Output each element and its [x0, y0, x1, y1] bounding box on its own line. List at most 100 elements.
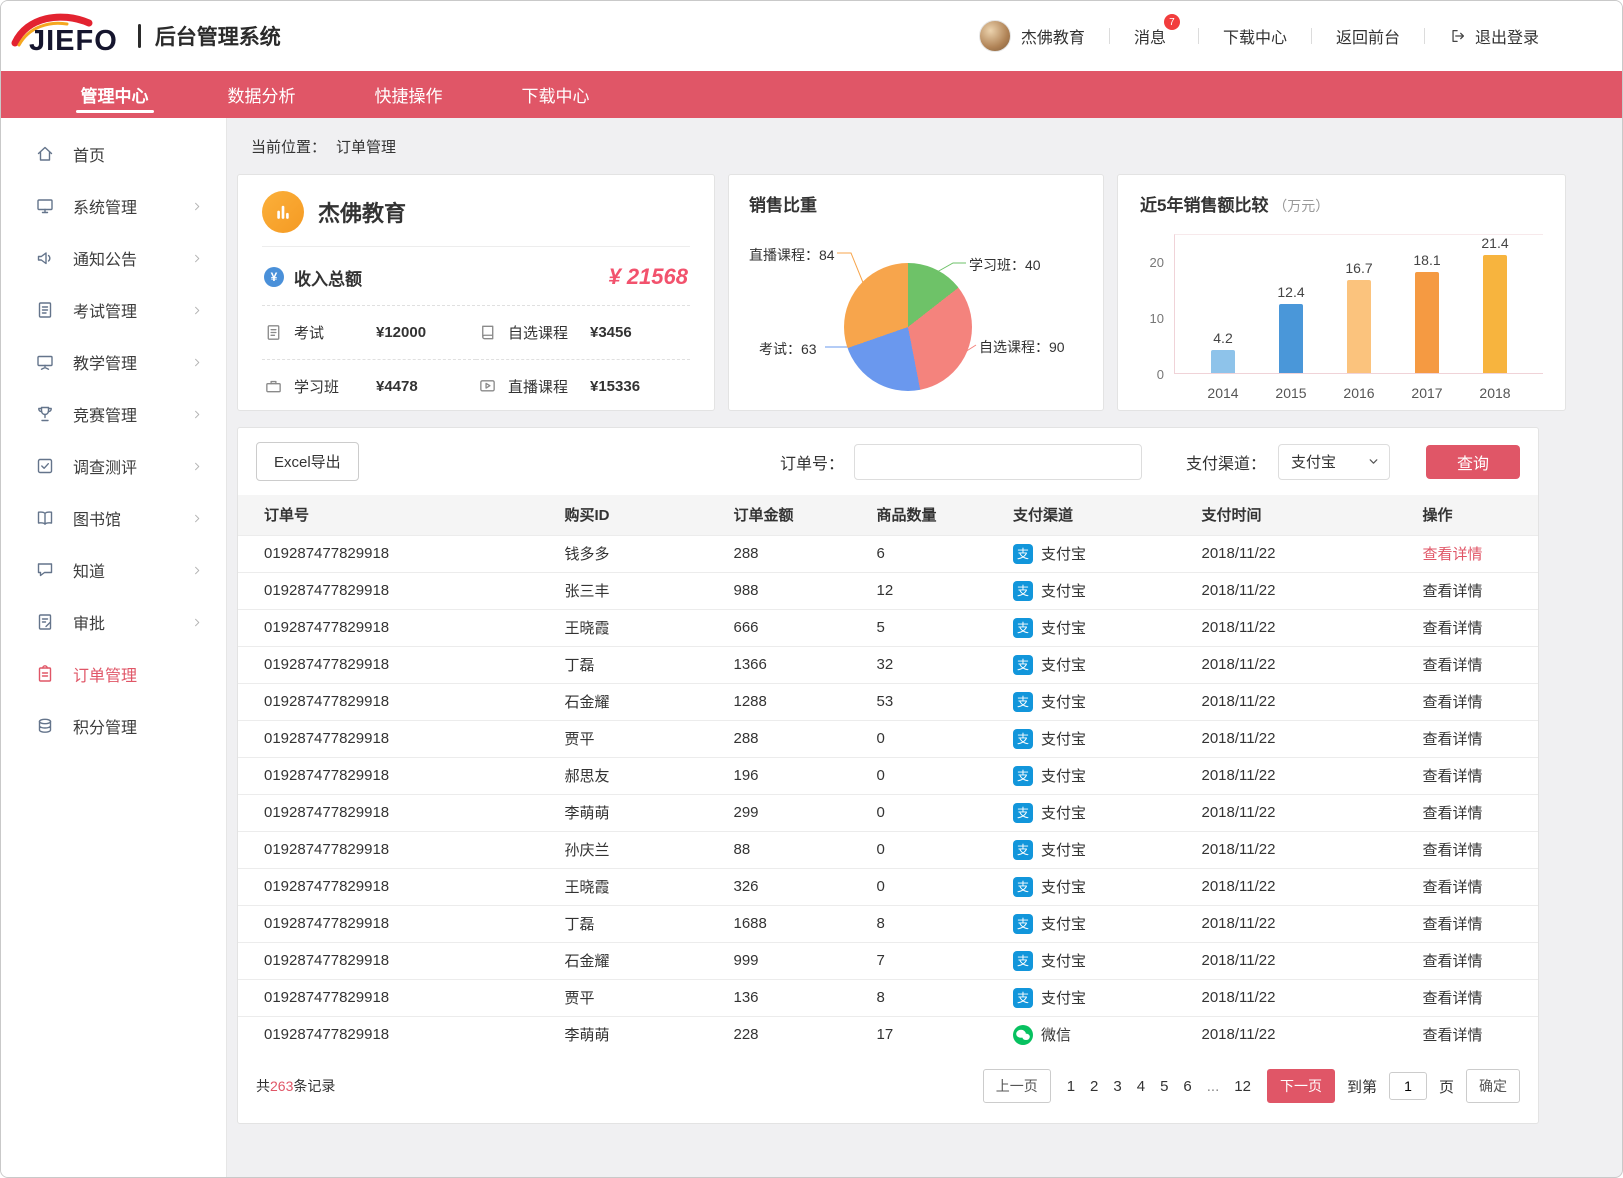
- user-menu[interactable]: 杰佛教育: [979, 20, 1085, 52]
- pie-label-live: 直播课程：84: [749, 245, 835, 265]
- sidebar-item-competition[interactable]: 竞赛管理: [1, 388, 226, 440]
- cell-buyer-id: 丁磊: [557, 646, 726, 683]
- cell-order-no: 019287477829918: [238, 1016, 557, 1053]
- cell-pay-time: 2018/11/22: [1194, 868, 1415, 905]
- goto-confirm-button[interactable]: 确定: [1466, 1069, 1520, 1103]
- view-detail-link[interactable]: 查看详情: [1423, 694, 1483, 711]
- income-item-value: ¥3456: [590, 324, 632, 341]
- cell-order-no: 019287477829918: [238, 794, 557, 831]
- y-axis-tick: 20: [1150, 255, 1164, 270]
- breadcrumb-prefix: 当前位置：: [251, 136, 326, 157]
- next-page-button[interactable]: 下一页: [1267, 1069, 1335, 1103]
- view-detail-link[interactable]: 查看详情: [1423, 953, 1483, 970]
- nav-tab-quick-actions[interactable]: 快捷操作: [335, 71, 482, 118]
- view-detail-link[interactable]: 查看详情: [1423, 620, 1483, 637]
- view-detail-link[interactable]: 查看详情: [1423, 583, 1483, 600]
- table-header-row: 订单号购买ID订单金额商品数量支付渠道支付时间操作: [238, 495, 1538, 535]
- view-detail-link[interactable]: 查看详情: [1423, 879, 1483, 896]
- sidebar-item-library[interactable]: 图书馆: [1, 492, 226, 544]
- cell-buyer-id: 石金耀: [557, 683, 726, 720]
- table-row: 019287477829918丁磊16888支支付宝2018/11/22查看详情: [238, 905, 1538, 942]
- view-detail-link[interactable]: 查看详情: [1423, 842, 1483, 859]
- pagination-page-12[interactable]: 12: [1234, 1078, 1251, 1095]
- nav-tab-data-analysis[interactable]: 数据分析: [188, 71, 335, 118]
- bar-value-label: 21.4: [1481, 235, 1508, 251]
- sidebar-item-approval[interactable]: 审批: [1, 596, 226, 648]
- cell-order-no: 019287477829918: [238, 720, 557, 757]
- view-detail-link[interactable]: 查看详情: [1423, 657, 1483, 674]
- income-grid: 考试¥12000自选课程¥3456学习班¥4478直播课程¥15336: [262, 306, 690, 413]
- cell-buyer-id: 张三丰: [557, 572, 726, 609]
- cell-order-no: 019287477829918: [238, 646, 557, 683]
- alipay-icon: 支: [1013, 877, 1033, 897]
- goto-page-input[interactable]: [1389, 1072, 1427, 1100]
- pay-channel-label: 支付宝: [1041, 987, 1086, 1008]
- view-detail-link[interactable]: 查看详情: [1423, 1027, 1483, 1044]
- sidebar-item-system[interactable]: 系统管理: [1, 180, 226, 232]
- table-row: 019287477829918李萌萌2990支支付宝2018/11/22查看详情: [238, 794, 1538, 831]
- sidebar-item-survey[interactable]: 调查测评: [1, 440, 226, 492]
- cell-order-amount: 1366: [726, 646, 869, 683]
- income-item-value: ¥4478: [376, 378, 418, 395]
- y-axis-tick: 10: [1150, 311, 1164, 326]
- cell-pay-time: 2018/11/22: [1194, 572, 1415, 609]
- logout-link[interactable]: 退出登录: [1449, 24, 1539, 48]
- income-item-value: ¥12000: [376, 324, 426, 341]
- bar: [1415, 272, 1439, 373]
- view-detail-link[interactable]: 查看详情: [1423, 990, 1483, 1007]
- column-header: 购买ID: [557, 495, 726, 535]
- cell-order-no: 019287477829918: [238, 572, 557, 609]
- cell-quantity: 0: [869, 868, 1006, 905]
- cell-pay-time: 2018/11/22: [1194, 1016, 1415, 1053]
- view-detail-link[interactable]: 查看详情: [1423, 916, 1483, 933]
- pagination-page-3[interactable]: 3: [1113, 1078, 1121, 1095]
- view-detail-link[interactable]: 查看详情: [1423, 546, 1483, 563]
- sidebar-item-notice[interactable]: 通知公告: [1, 232, 226, 284]
- bar: [1211, 350, 1235, 374]
- pay-channel: 支支付宝: [1013, 765, 1186, 786]
- prev-page-button[interactable]: 上一页: [983, 1069, 1051, 1103]
- breadcrumb: 当前位置： 订单管理: [237, 118, 1539, 174]
- view-detail-link[interactable]: 查看详情: [1423, 805, 1483, 822]
- nav-tab-download-center[interactable]: 下载中心: [482, 71, 629, 118]
- chevron-right-icon: [191, 616, 204, 629]
- pie-leader-line: [837, 253, 864, 285]
- order-no-input[interactable]: [854, 444, 1142, 480]
- download-center-link[interactable]: 下载中心: [1223, 24, 1287, 48]
- pagination-page-5[interactable]: 5: [1160, 1078, 1168, 1095]
- pagination-page-1[interactable]: 1: [1067, 1078, 1075, 1095]
- pay-channel-select[interactable]: 支付宝: [1278, 444, 1390, 480]
- summary-card-header: 杰佛教育: [262, 191, 690, 247]
- records-total-prefix: 共: [256, 1078, 270, 1094]
- cell-action: 查看详情: [1415, 572, 1539, 609]
- alipay-icon: 支: [1013, 766, 1033, 786]
- sidebar-item-teaching[interactable]: 教学管理: [1, 336, 226, 388]
- income-total-value: ¥ 21568: [608, 264, 688, 290]
- logout-icon: [1449, 27, 1467, 45]
- cell-action: 查看详情: [1415, 905, 1539, 942]
- sidebar-item-exam[interactable]: 考试管理: [1, 284, 226, 336]
- excel-export-button[interactable]: Excel导出: [256, 442, 359, 481]
- income-item-label: 考试: [294, 322, 376, 343]
- back-to-front-link[interactable]: 返回前台: [1336, 24, 1400, 48]
- column-header: 订单号: [238, 495, 557, 535]
- cell-order-no: 019287477829918: [238, 535, 557, 572]
- pagination-page-4[interactable]: 4: [1137, 1078, 1145, 1095]
- cell-order-amount: 988: [726, 572, 869, 609]
- view-detail-link[interactable]: 查看详情: [1423, 768, 1483, 785]
- pagination-page-2[interactable]: 2: [1090, 1078, 1098, 1095]
- sidebar-item-home[interactable]: 首页: [1, 128, 226, 180]
- nav-tab-admin-center[interactable]: 管理中心: [41, 71, 188, 118]
- search-button[interactable]: 查询: [1426, 445, 1520, 479]
- cell-order-amount: 136: [726, 979, 869, 1016]
- sidebar-item-know[interactable]: 知道: [1, 544, 226, 596]
- messages-link[interactable]: 消息 7: [1134, 24, 1174, 48]
- sidebar-item-points[interactable]: 积分管理: [1, 700, 226, 752]
- sidebar: 首页系统管理通知公告考试管理教学管理竞赛管理调查测评图书馆知道审批订单管理积分管…: [1, 118, 227, 1177]
- cell-quantity: 53: [869, 683, 1006, 720]
- cell-quantity: 0: [869, 720, 1006, 757]
- pagination-page-6[interactable]: 6: [1183, 1078, 1191, 1095]
- view-detail-link[interactable]: 查看详情: [1423, 731, 1483, 748]
- chevron-right-icon: [191, 304, 204, 317]
- sidebar-item-orders[interactable]: 订单管理: [1, 648, 226, 700]
